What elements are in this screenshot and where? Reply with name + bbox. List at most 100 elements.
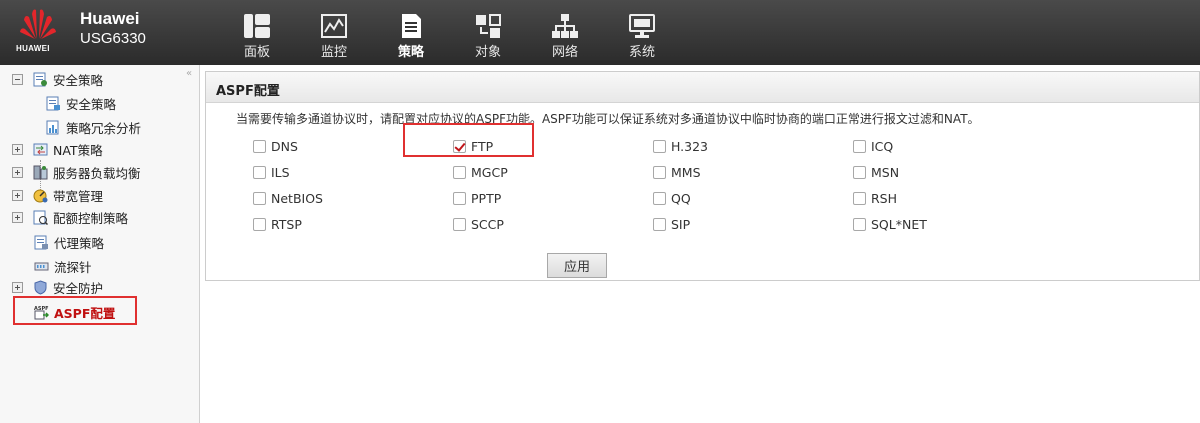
expand-icon[interactable] [12, 211, 23, 223]
checkbox-h323[interactable]: H.323 [653, 138, 708, 154]
checkbox-icq[interactable]: ICQ [853, 138, 893, 154]
checkbox-label: DNS [271, 138, 298, 154]
sidebar-item-label: 安全策略 [53, 72, 104, 88]
nav-network[interactable]: 网络 [540, 0, 617, 65]
checkbox[interactable] [253, 165, 266, 179]
sidebar-item-label: 代理策略 [54, 235, 105, 251]
expand-icon[interactable] [12, 166, 23, 178]
checkbox[interactable] [453, 139, 466, 153]
checkbox-qq[interactable]: QQ [653, 190, 691, 206]
dashboard-icon [244, 14, 270, 38]
checkbox-mgcp[interactable]: MGCP [453, 164, 508, 180]
nav-system[interactable]: 系统 [617, 0, 694, 65]
monitor-chart-icon [321, 14, 347, 38]
checkbox-sip[interactable]: SIP [653, 216, 690, 232]
description-text: 当需要传输多通道协议时，请配置对应协议的ASPF功能。ASPF功能可以保证系统对… [236, 112, 980, 126]
sidebar-item-label: 流探针 [54, 259, 92, 275]
checkbox-rtsp[interactable]: RTSP [253, 216, 302, 232]
checkbox-ils[interactable]: ILS [253, 164, 290, 180]
checkbox[interactable] [453, 165, 466, 179]
checkbox-dns[interactable]: DNS [253, 138, 298, 154]
checkbox-ftp[interactable]: FTP [453, 138, 493, 154]
checkbox-label: MSN [871, 164, 900, 180]
shield-icon [34, 279, 47, 295]
quota-icon [33, 210, 48, 225]
expand-icon[interactable] [12, 281, 23, 293]
aspf-config-panel: ASPF配置 当需要传输多通道协议时，请配置对应协议的ASPF功能。ASPF功能… [205, 71, 1200, 281]
checkbox[interactable] [453, 191, 466, 205]
sidebar-item-nat-policy[interactable]: NAT策略 [12, 139, 103, 159]
sidebar-item-quota-control[interactable]: 配额控制策略 [12, 207, 128, 227]
main-nav: 面板 监控 策略 对象 网络 系统 [232, 0, 694, 65]
network-icon [552, 14, 578, 38]
sidebar-item-security-policy-group[interactable]: 安全策略 [12, 69, 103, 89]
objects-icon [476, 14, 501, 38]
bandwidth-icon [33, 189, 48, 202]
checkbox-netbios[interactable]: NetBIOS [253, 190, 323, 206]
collapse-sidebar-icon[interactable]: « [186, 68, 192, 79]
collapse-icon[interactable] [12, 73, 23, 85]
sidebar-item-label: 策略冗余分析 [66, 120, 142, 136]
checkbox-sqlnet[interactable]: SQL*NET [853, 216, 927, 232]
sidebar-item-server-load-balancing[interactable]: 服务器负载均衡 [12, 162, 141, 182]
nav-objects[interactable]: 对象 [463, 0, 540, 65]
policy-icon [46, 96, 60, 110]
top-header: HUAWEI Huawei USG6330 面板 监控 策略 对象 网络 系统 [0, 0, 1200, 65]
checkbox-mms[interactable]: MMS [653, 164, 701, 180]
proxy-icon [34, 235, 48, 249]
policy-document-icon [402, 14, 421, 38]
checkbox[interactable] [253, 139, 266, 153]
checkbox[interactable] [653, 217, 666, 231]
checkbox-label: ILS [271, 164, 290, 180]
checkbox-label: FTP [471, 138, 494, 154]
sidebar-item-bandwidth[interactable]: 带宽管理 [12, 185, 103, 205]
page-title: ASPF配置 [206, 72, 1199, 103]
checkbox-label: SQL*NET [871, 216, 927, 232]
selection-highlight [13, 296, 137, 325]
checkbox-label: SCCP [471, 216, 504, 232]
checkbox-pptp[interactable]: PPTP [453, 190, 501, 206]
nav-label: 网络 [551, 45, 578, 60]
checkbox-msn[interactable]: MSN [853, 164, 899, 180]
sidebar-item-security-protection[interactable]: 安全防护 [12, 277, 103, 297]
nav-policy[interactable]: 策略 [386, 0, 463, 65]
sidebar-item-proxy-policy[interactable]: 代理策略 [34, 232, 104, 252]
nav-label: 面板 [243, 45, 270, 60]
checkbox-label: H.323 [671, 138, 709, 154]
expand-icon[interactable] [12, 143, 23, 155]
load-balance-icon [33, 165, 48, 179]
apply-button[interactable]: 应用 [547, 253, 607, 278]
sidebar-item-policy-redundancy[interactable]: 策略冗余分析 [46, 117, 141, 137]
checkbox-sccp[interactable]: SCCP [453, 216, 504, 232]
checkbox[interactable] [853, 139, 866, 153]
nav-label: 监控 [320, 45, 347, 60]
sidebar-item-label: 安全策略 [66, 96, 117, 112]
checkbox[interactable] [253, 217, 266, 231]
sidebar-item-flow-probe[interactable]: 流探针 [34, 256, 92, 276]
checkbox-label: NetBIOS [271, 190, 323, 206]
checkbox-label: RSH [871, 190, 898, 206]
nav-dashboard[interactable]: 面板 [232, 0, 309, 65]
checkbox-rsh[interactable]: RSH [853, 190, 897, 206]
policy-analysis-icon [46, 120, 59, 134]
checkbox[interactable] [653, 191, 666, 205]
sidebar-item-security-policy[interactable]: 安全策略 [46, 93, 116, 113]
checkbox[interactable] [853, 165, 866, 179]
checkbox-label: MGCP [471, 164, 508, 180]
huawei-logo: HUAWEI [14, 6, 64, 58]
checkbox[interactable] [653, 139, 666, 153]
sidebar-item-label: 带宽管理 [53, 188, 104, 204]
nav-monitor[interactable]: 监控 [309, 0, 386, 65]
sidebar-item-label: 服务器负载均衡 [53, 165, 141, 181]
checkbox[interactable] [853, 217, 866, 231]
checkbox-label: ICQ [871, 138, 894, 154]
security-policy-icon [33, 72, 47, 86]
checkbox[interactable] [453, 217, 466, 231]
sidebar-item-label: NAT策略 [53, 142, 103, 158]
checkbox[interactable] [853, 191, 866, 205]
expand-icon[interactable] [12, 189, 23, 201]
checkbox[interactable] [253, 191, 266, 205]
sidebar-item-label: 安全防护 [53, 280, 104, 296]
system-computer-icon [629, 14, 655, 38]
checkbox[interactable] [653, 165, 666, 179]
